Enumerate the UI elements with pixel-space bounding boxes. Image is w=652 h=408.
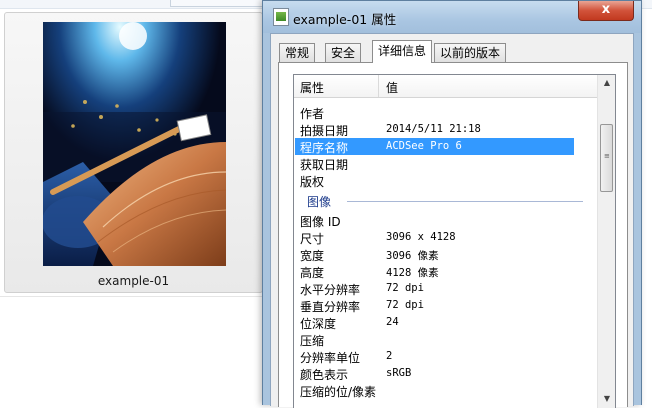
grip-icon: ≡ [604,152,610,160]
property-value: 72 dpi [386,282,424,294]
tab-details[interactable]: 详细信息 [372,40,433,63]
dialog-client-area: 常规 安全 详细信息 以前的版本 属性 值 作者 拍摄日期 2014/5/11 … [270,33,634,408]
list-item[interactable]: 尺寸 3096 x 4128 [295,229,595,246]
property-name: 宽度 [300,249,325,263]
property-name: 获取日期 [300,158,349,172]
property-name: 分辨率单位 [300,351,361,365]
property-value: ACDSee Pro 6 [386,140,462,152]
tab-general[interactable]: 常规 [279,43,316,62]
property-name: 垂直分辨率 [300,300,361,314]
property-name: 颜色表示 [300,368,349,382]
close-button[interactable]: x [578,1,634,21]
list-item[interactable]: 位深度 24 [295,314,595,331]
property-value: 4128 像素 [386,267,439,279]
property-value: 3096 像素 [386,250,439,262]
list-item[interactable]: 水平分辨率 72 dpi [295,280,595,297]
list-item[interactable]: 分辨率单位 2 [295,348,595,365]
group-label: 图像 [307,195,332,209]
group-divider [347,201,583,202]
property-value: 3096 x 4128 [386,231,456,243]
list-item[interactable]: 压缩 [295,331,595,348]
list-item-selected[interactable]: 程序名称 ACDSee Pro 6 [295,138,574,155]
file-name-label: example-01 [97,274,170,288]
property-name: 压缩 [300,334,325,348]
scroll-up-icon[interactable]: ▲ [598,75,615,91]
list-header: 属性 值 [294,75,597,98]
property-name: 压缩的位/像素 [300,385,377,399]
list-item[interactable]: 高度 4128 像素 [295,263,595,280]
property-value: 72 dpi [386,299,424,311]
list-item[interactable]: 版权 [295,172,595,189]
dialog-titlebar[interactable]: example-01 属性 x [263,1,641,33]
property-value: 24 [386,316,399,328]
property-name: 版权 [300,175,325,189]
details-pane: 属性 值 作者 拍摄日期 2014/5/11 21:18 程序名称 ACDSee… [278,62,628,408]
tab-security[interactable]: 安全 [325,43,362,62]
explorer-row-divider [0,296,262,297]
property-name: 尺寸 [300,232,325,246]
scrollbar-thumb[interactable]: ≡ [600,124,613,192]
property-name: 作者 [300,107,325,121]
column-header-divider[interactable] [378,75,379,97]
list-item[interactable]: 拍摄日期 2014/5/11 21:18 [295,121,595,138]
column-header-value[interactable]: 值 [386,79,398,96]
property-name: 拍摄日期 [300,124,349,138]
file-thumbnail [43,22,226,266]
property-value: 2 [386,350,393,362]
image-file-icon [273,8,289,26]
explorer-previous-tile-edge [170,0,268,7]
vertical-scrollbar[interactable]: ▲ ≡ ▼ [597,75,615,408]
list-item[interactable]: 作者 [295,104,595,121]
list-item[interactable]: 压缩的位/像素 [295,382,595,399]
list-item[interactable]: 获取日期 [295,155,595,172]
tab-previous-versions[interactable]: 以前的版本 [434,43,507,62]
list-item[interactable]: 图像 ID [295,212,595,229]
property-name: 图像 ID [300,215,341,229]
property-value: sRGB [386,367,412,379]
property-name: 位深度 [300,317,337,331]
properties-dialog: example-01 属性 x 常规 安全 详细信息 以前的版本 属性 值 作者… [262,0,642,408]
column-header-property[interactable]: 属性 [300,79,324,96]
property-name: 水平分辨率 [300,283,361,297]
file-tile[interactable]: example-01 [4,12,263,293]
property-name: 程序名称 [300,141,349,155]
property-value: 2014/5/11 21:18 [386,123,481,135]
list-item[interactable]: 颜色表示 sRGB [295,365,595,382]
list-item[interactable]: 宽度 3096 像素 [295,246,595,263]
details-list[interactable]: 属性 值 作者 拍摄日期 2014/5/11 21:18 程序名称 ACDSee… [293,74,616,408]
dialog-title: example-01 属性 [293,12,397,27]
group-header-image: 图像 [295,192,595,209]
list-item[interactable]: 垂直分辨率 72 dpi [295,297,595,314]
property-name: 高度 [300,266,325,280]
